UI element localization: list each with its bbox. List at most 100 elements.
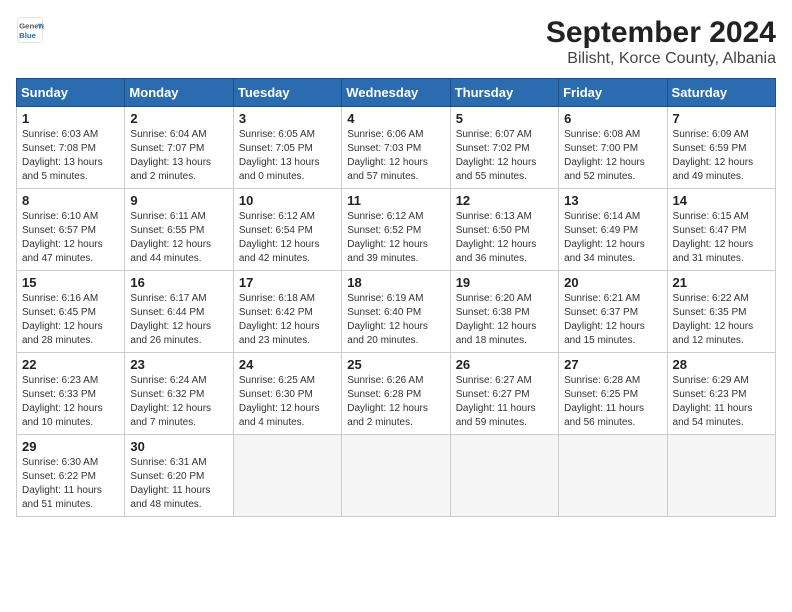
day-info: Sunrise: 6:19 AM Sunset: 6:40 PM Dayligh… [347,292,444,348]
table-row: 26Sunrise: 6:27 AM Sunset: 6:27 PM Dayli… [450,353,558,435]
day-number: 19 [456,275,553,290]
col-thursday: Thursday [450,79,558,107]
table-row: 19 Sunrise: 6:20 AM Sunset: 6:38 PM Dayli… [450,271,558,353]
page-subtitle: Bilisht, Korce County, Albania [546,50,776,68]
day-info: Sunrise: 6:12 AM Sunset: 6:54 PM Dayligh… [239,210,336,266]
title-area: September 2024 Bilisht, Korce County, Al… [546,16,776,68]
table-row: 9 Sunrise: 6:11 AM Sunset: 6:55 PM Daylig… [125,189,233,271]
day-number: 5 [456,111,553,126]
table-row: 22 Sunrise: 6:23 AM Sunset: 6:33 PM Dayli… [17,353,125,435]
table-row: 17Sunrise: 6:18 AM Sunset: 6:42 PM Dayli… [233,271,341,353]
day-info: Sunrise: 6:12 AM Sunset: 6:52 PM Dayligh… [347,210,444,266]
header: General Blue September 2024 Bilisht, Kor… [16,16,776,68]
table-row: 14 Sunrise: 6:15 AM Sunset: 6:47 PM Dayli… [667,189,775,271]
day-number: 9 [130,193,227,208]
day-info: Sunrise: 6:29 AM Sunset: 6:23 PM Dayligh… [673,374,770,430]
day-number: 15 [22,275,119,290]
table-row: 20 Sunrise: 6:21 AM Sunset: 6:37 PM Dayli… [559,271,667,353]
table-row: 21 Sunrise: 6:22 AM Sunset: 6:35 PM Dayli… [667,271,775,353]
day-number: 21 [673,275,770,290]
day-number: 2 [130,111,227,126]
day-number: 29 [22,439,119,454]
day-info: Sunrise: 6:03 AM Sunset: 7:08 PM Dayligh… [22,128,119,184]
day-info: Sunrise: 6:04 AM Sunset: 7:07 PM Dayligh… [130,128,227,184]
day-number: 20 [564,275,661,290]
table-row [450,435,558,517]
day-number: 14 [673,193,770,208]
day-number: 24 [239,357,336,372]
day-info: Sunrise: 6:31 AM Sunset: 6:20 PM Dayligh… [130,456,227,512]
day-info: Sunrise: 6:25 AM Sunset: 6:30 PM Dayligh… [239,374,336,430]
day-number: 27 [564,357,661,372]
day-number: 28 [673,357,770,372]
day-info: Sunrise: 6:17 AM Sunset: 6:44 PM Dayligh… [130,292,227,348]
col-saturday: Saturday [667,79,775,107]
calendar-week-row: 29 Sunrise: 6:30 AM Sunset: 6:22 PM Dayli… [17,435,776,517]
day-info: Sunrise: 6:11 AM Sunset: 6:55 PM Dayligh… [130,210,227,266]
day-number: 1 [22,111,119,126]
table-row: 10Sunrise: 6:12 AM Sunset: 6:54 PM Dayli… [233,189,341,271]
table-row [559,435,667,517]
col-tuesday: Tuesday [233,79,341,107]
day-number: 25 [347,357,444,372]
table-row: 7 Sunrise: 6:09 AM Sunset: 6:59 PM Daylig… [667,107,775,189]
day-number: 8 [22,193,119,208]
day-number: 22 [22,357,119,372]
table-row [233,435,341,517]
table-row: 8Sunrise: 6:10 AM Sunset: 6:57 PM Daylig… [17,189,125,271]
day-info: Sunrise: 6:22 AM Sunset: 6:35 PM Dayligh… [673,292,770,348]
table-row: 23 Sunrise: 6:24 AM Sunset: 6:32 PM Dayli… [125,353,233,435]
calendar-week-row: 22 Sunrise: 6:23 AM Sunset: 6:33 PM Dayli… [17,353,776,435]
table-row: 28 Sunrise: 6:29 AM Sunset: 6:23 PM Dayli… [667,353,775,435]
table-row: 27 Sunrise: 6:28 AM Sunset: 6:25 PM Dayli… [559,353,667,435]
day-info: Sunrise: 6:21 AM Sunset: 6:37 PM Dayligh… [564,292,661,348]
logo: General Blue [16,16,44,44]
day-info: Sunrise: 6:13 AM Sunset: 6:50 PM Dayligh… [456,210,553,266]
day-info: Sunrise: 6:24 AM Sunset: 6:32 PM Dayligh… [130,374,227,430]
day-info: Sunrise: 6:05 AM Sunset: 7:05 PM Dayligh… [239,128,336,184]
day-number: 23 [130,357,227,372]
page-title: September 2024 [546,16,776,50]
calendar: Sunday Monday Tuesday Wednesday Thursday… [16,78,776,517]
table-row: 25 Sunrise: 6:26 AM Sunset: 6:28 PM Dayli… [342,353,450,435]
table-row: 30Sunrise: 6:31 AM Sunset: 6:20 PM Dayli… [125,435,233,517]
table-row: 29 Sunrise: 6:30 AM Sunset: 6:22 PM Dayli… [17,435,125,517]
table-row: 5 Sunrise: 6:07 AM Sunset: 7:02 PM Daylig… [450,107,558,189]
day-number: 12 [456,193,553,208]
day-number: 7 [673,111,770,126]
table-row: 18 Sunrise: 6:19 AM Sunset: 6:40 PM Dayli… [342,271,450,353]
table-row: 16 Sunrise: 6:17 AM Sunset: 6:44 PM Dayli… [125,271,233,353]
calendar-week-row: 1 Sunrise: 6:03 AM Sunset: 7:08 PM Daylig… [17,107,776,189]
day-number: 11 [347,193,444,208]
col-sunday: Sunday [17,79,125,107]
day-number: 6 [564,111,661,126]
table-row [667,435,775,517]
day-info: Sunrise: 6:26 AM Sunset: 6:28 PM Dayligh… [347,374,444,430]
table-row: 3 Sunrise: 6:05 AM Sunset: 7:05 PM Daylig… [233,107,341,189]
day-number: 18 [347,275,444,290]
calendar-week-row: 8Sunrise: 6:10 AM Sunset: 6:57 PM Daylig… [17,189,776,271]
day-info: Sunrise: 6:30 AM Sunset: 6:22 PM Dayligh… [22,456,119,512]
day-info: Sunrise: 6:15 AM Sunset: 6:47 PM Dayligh… [673,210,770,266]
svg-text:Blue: Blue [19,31,37,40]
day-info: Sunrise: 6:14 AM Sunset: 6:49 PM Dayligh… [564,210,661,266]
table-row: 2 Sunrise: 6:04 AM Sunset: 7:07 PM Daylig… [125,107,233,189]
day-info: Sunrise: 6:09 AM Sunset: 6:59 PM Dayligh… [673,128,770,184]
day-info: Sunrise: 6:16 AM Sunset: 6:45 PM Dayligh… [22,292,119,348]
day-number: 16 [130,275,227,290]
col-monday: Monday [125,79,233,107]
day-info: Sunrise: 6:20 AM Sunset: 6:38 PM Dayligh… [456,292,553,348]
day-number: 3 [239,111,336,126]
day-number: 13 [564,193,661,208]
day-info: Sunrise: 6:18 AM Sunset: 6:42 PM Dayligh… [239,292,336,348]
table-row: 12 Sunrise: 6:13 AM Sunset: 6:50 PM Dayli… [450,189,558,271]
table-row: 6Sunrise: 6:08 AM Sunset: 7:00 PM Daylig… [559,107,667,189]
day-info: Sunrise: 6:07 AM Sunset: 7:02 PM Dayligh… [456,128,553,184]
day-info: Sunrise: 6:06 AM Sunset: 7:03 PM Dayligh… [347,128,444,184]
calendar-week-row: 15 Sunrise: 6:16 AM Sunset: 6:45 PM Dayli… [17,271,776,353]
day-info: Sunrise: 6:27 AM Sunset: 6:27 PM Dayligh… [456,374,553,430]
day-info: Sunrise: 6:28 AM Sunset: 6:25 PM Dayligh… [564,374,661,430]
day-number: 4 [347,111,444,126]
day-info: Sunrise: 6:23 AM Sunset: 6:33 PM Dayligh… [22,374,119,430]
col-wednesday: Wednesday [342,79,450,107]
